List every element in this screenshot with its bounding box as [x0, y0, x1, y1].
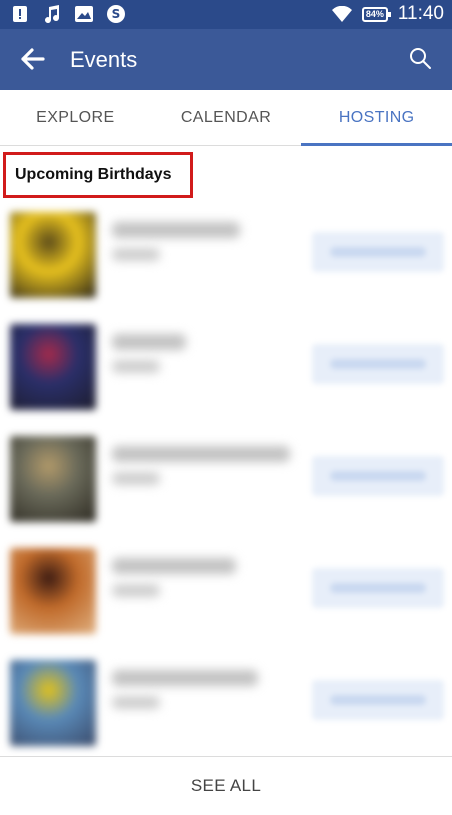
- search-icon[interactable]: [408, 46, 434, 72]
- tab-explore[interactable]: EXPLORE: [0, 90, 151, 145]
- wifi-icon: [331, 4, 352, 24]
- section-title: Upcoming Birthdays: [15, 166, 172, 183]
- write-post-button[interactable]: [312, 232, 444, 272]
- write-post-button[interactable]: [312, 344, 444, 384]
- list-item[interactable]: [0, 546, 452, 658]
- page-title: Events: [70, 47, 138, 72]
- see-all-button[interactable]: SEE ALL: [0, 756, 452, 815]
- blurred-name: [112, 446, 290, 462]
- upcoming-birthdays-header: Upcoming Birthdays: [3, 152, 193, 198]
- blurred-name: [112, 334, 186, 350]
- avatar[interactable]: [10, 548, 96, 634]
- clock: 11:40: [397, 3, 444, 24]
- list-item[interactable]: [0, 658, 452, 770]
- svg-text:S: S: [112, 7, 121, 21]
- blurred-age: [112, 472, 160, 485]
- tab-bar: EXPLORE CALENDAR HOSTING: [0, 90, 452, 146]
- list-item[interactable]: [0, 434, 452, 546]
- tab-calendar[interactable]: CALENDAR: [151, 90, 302, 145]
- blurred-name: [112, 558, 236, 574]
- blurred-name: [112, 222, 240, 238]
- app-bar: Events: [0, 29, 452, 90]
- avatar[interactable]: [10, 436, 96, 522]
- blurred-name: [112, 670, 258, 686]
- status-bar: S 84% 11:40: [0, 0, 452, 29]
- blurred-age: [112, 360, 160, 373]
- write-post-button[interactable]: [312, 680, 444, 720]
- blurred-age: [112, 248, 160, 261]
- blurred-age: [112, 696, 160, 709]
- blurred-age: [112, 584, 160, 597]
- write-post-button[interactable]: [312, 568, 444, 608]
- avatar[interactable]: [10, 212, 96, 298]
- data-saver-icon: S: [106, 4, 126, 24]
- write-post-button[interactable]: [312, 456, 444, 496]
- back-arrow-icon[interactable]: [20, 46, 46, 72]
- list-item[interactable]: [0, 322, 452, 434]
- music-icon: [42, 4, 62, 24]
- image-icon: [74, 4, 94, 24]
- avatar[interactable]: [10, 660, 96, 746]
- avatar[interactable]: [10, 324, 96, 410]
- see-all-label: SEE ALL: [190, 776, 262, 795]
- alert-icon: [10, 4, 30, 24]
- tab-hosting[interactable]: HOSTING: [301, 90, 452, 146]
- battery-icon: 84%: [361, 6, 391, 22]
- list-item[interactable]: [0, 210, 452, 322]
